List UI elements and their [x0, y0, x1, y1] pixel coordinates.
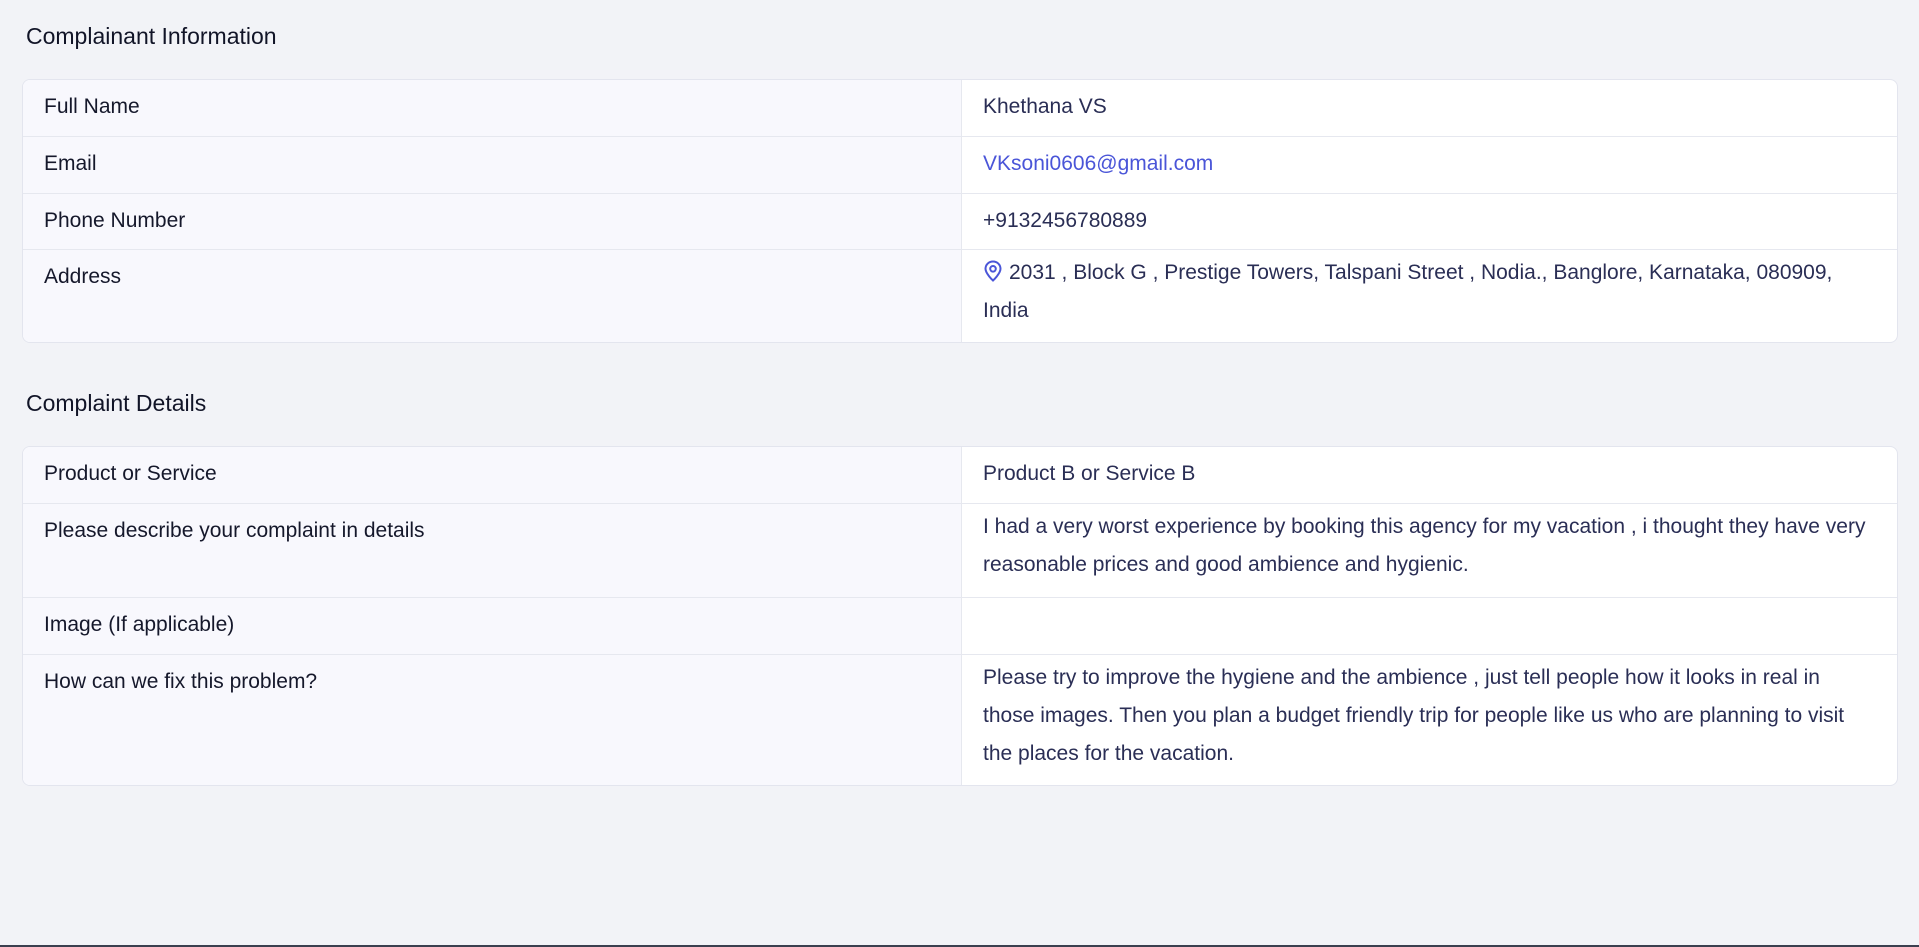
value-phone-number: +9132456780889: [983, 209, 1148, 232]
label-image: Image (If applicable): [23, 598, 962, 654]
value-fix-problem: Please try to improve the hygiene and th…: [983, 666, 1845, 765]
label-fix-problem: How can we fix this problem?: [23, 655, 962, 785]
value-complaint-description: I had a very worst experience by booking…: [983, 515, 1866, 576]
info-row-phone: Phone Number +9132456780889: [23, 193, 1897, 249]
address-text: 2031 , Block G , Prestige Towers, Talspa…: [983, 261, 1833, 322]
label-product-or-service: Product or Service: [23, 447, 962, 503]
complainant-info-card: Full Name Khethana VS Email VKsoni0606@g…: [22, 79, 1898, 343]
detail-row-fix: How can we fix this problem? Please try …: [23, 654, 1897, 785]
value-full-name: Khethana VS: [983, 95, 1107, 118]
section-title-complaint: Complaint Details: [26, 390, 207, 416]
label-complaint-description: Please describe your complaint in detail…: [23, 504, 962, 597]
detail-row-product: Product or Service Product B or Service …: [23, 447, 1897, 503]
value-image: [962, 598, 1897, 654]
email-link[interactable]: VKsoni0606@gmail.com: [983, 152, 1213, 175]
value-email: VKsoni0606@gmail.com: [962, 137, 1897, 193]
info-row-full-name: Full Name Khethana VS: [23, 80, 1897, 136]
detail-row-description: Please describe your complaint in detail…: [23, 503, 1897, 597]
map-pin-icon: [983, 257, 1003, 282]
value-product-or-service: Product B or Service B: [983, 462, 1196, 485]
label-full-name: Full Name: [23, 80, 962, 136]
detail-row-image: Image (If applicable): [23, 597, 1897, 654]
label-email: Email: [23, 137, 962, 193]
info-row-address: Address 2031 , Block G , Prestige Towers…: [23, 249, 1897, 342]
value-address: 2031 , Block G , Prestige Towers, Talspa…: [962, 250, 1897, 342]
label-phone-number: Phone Number: [23, 194, 962, 249]
label-address: Address: [23, 250, 962, 342]
section-title-complainant: Complainant Information: [26, 23, 277, 49]
complaint-details-card: Product or Service Product B or Service …: [22, 446, 1898, 786]
info-row-email: Email VKsoni0606@gmail.com: [23, 136, 1897, 193]
